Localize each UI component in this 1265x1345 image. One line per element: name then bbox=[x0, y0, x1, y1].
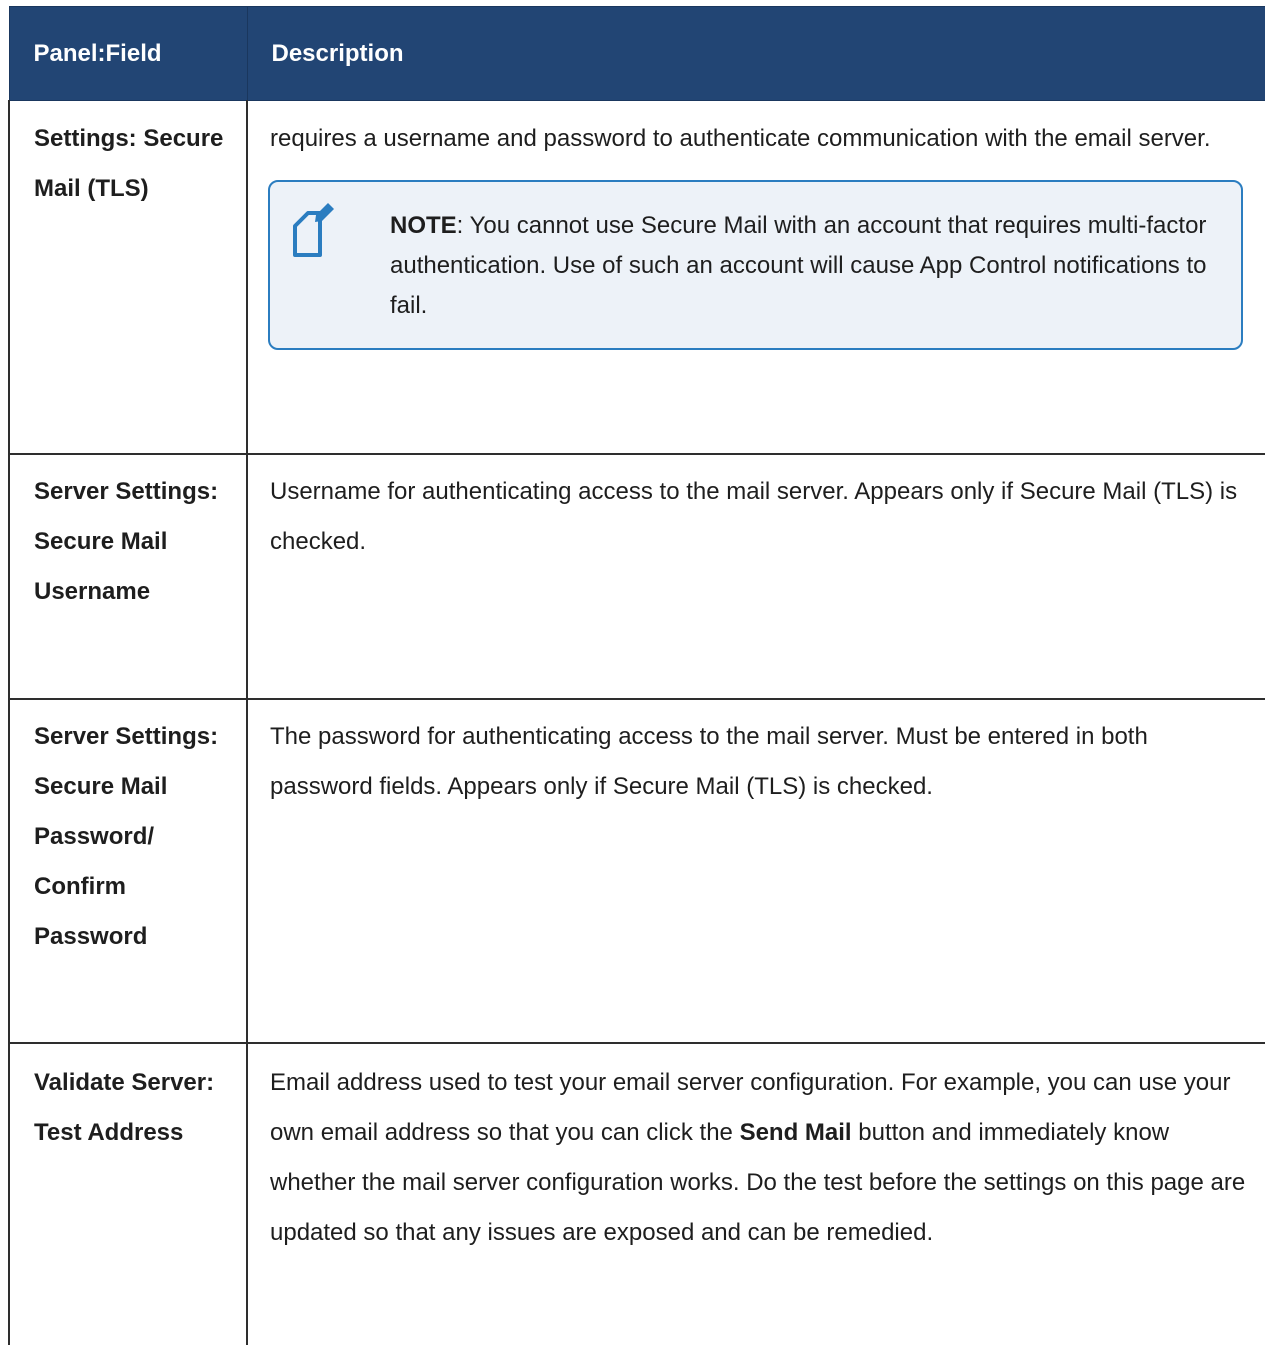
description-cell: Email address used to test your email se… bbox=[246, 1043, 1265, 1345]
description-cell: Username for authenticating access to th… bbox=[246, 454, 1265, 700]
note-callout: NOTE: You cannot use Secure Mail with an… bbox=[268, 180, 1243, 350]
description-cell: requires a username and password to auth… bbox=[246, 100, 1265, 455]
description-cell: The password for authenticating access t… bbox=[246, 699, 1265, 1044]
note-pencil-icon bbox=[293, 203, 334, 257]
note-label: NOTE bbox=[390, 212, 457, 239]
field-cell: Server Settings: Secure Mail Password/ C… bbox=[8, 699, 248, 1044]
header-panel-field: Panel:Field bbox=[8, 6, 248, 101]
note-text: : You cannot use Secure Mail with an acc… bbox=[390, 212, 1207, 319]
table-row: Server Settings: Secure Mail Username Us… bbox=[8, 454, 1265, 700]
field-cell: Server Settings: Secure Mail Username bbox=[8, 454, 248, 700]
panel-field-table: Panel:Field Description Settings: Secure… bbox=[8, 6, 1265, 1345]
description-text: requires a username and password to auth… bbox=[270, 125, 1211, 152]
header-description: Description bbox=[246, 6, 1265, 101]
table-row: Server Settings: Secure Mail Password/ C… bbox=[8, 699, 1265, 1044]
table-row: Settings: Secure Mail (TLS) requires a u… bbox=[8, 100, 1265, 455]
send-mail-reference: Send Mail bbox=[739, 1119, 852, 1146]
table-header-row: Panel:Field Description bbox=[8, 6, 1265, 101]
field-cell: Settings: Secure Mail (TLS) bbox=[8, 100, 248, 455]
field-cell: Validate Server: Test Address bbox=[8, 1043, 248, 1345]
table-row: Validate Server: Test Address Email addr… bbox=[8, 1043, 1265, 1345]
